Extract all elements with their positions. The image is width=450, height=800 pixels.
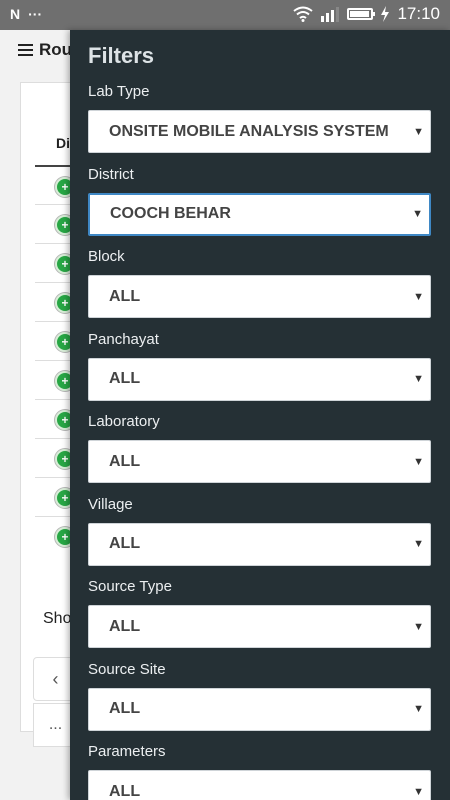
lab-type-select[interactable]: ONSITE MOBILE ANALYSIS SYSTEM ▼ (88, 110, 431, 153)
filter-panchayat: Panchayat ALL ▼ (88, 330, 431, 401)
more-dots-icon: ··· (28, 6, 43, 22)
wifi-icon (293, 6, 314, 22)
chevron-down-icon: ▼ (412, 208, 423, 220)
source-type-select[interactable]: ALL ▼ (88, 605, 431, 648)
filter-lab-type: Lab Type ONSITE MOBILE ANALYSIS SYSTEM ▼ (88, 82, 431, 153)
select-value: ALL (109, 535, 141, 552)
laboratory-select[interactable]: ALL ▼ (88, 440, 431, 483)
app-header-title: Rou (39, 40, 73, 59)
filter-label: Block (88, 248, 125, 265)
chevron-down-icon: ▼ (413, 538, 424, 550)
parameters-select[interactable]: ALL ▼ (88, 770, 431, 800)
battery-icon (347, 8, 376, 20)
charging-icon (381, 6, 390, 22)
filter-label: Source Type (88, 578, 172, 595)
select-value: ALL (109, 452, 141, 470)
block-select[interactable]: ALL ▼ (88, 275, 431, 318)
district-select[interactable]: COOCH BEHAR ▼ (88, 192, 431, 236)
app-header: Rou (18, 40, 72, 60)
filter-block: Block ALL ▼ (88, 247, 431, 318)
filter-label: Parameters (88, 743, 166, 760)
chevron-down-icon: ▼ (413, 785, 424, 798)
village-select[interactable]: ALL ▼ (88, 522, 431, 566)
select-value: COOCH BEHAR (110, 205, 231, 222)
status-left: N ··· (10, 6, 42, 22)
select-value: ALL (109, 370, 141, 387)
drawer-title: Filters (88, 43, 155, 68)
filter-label: Panchayat (88, 330, 159, 348)
status-right: 17:10 (293, 4, 440, 24)
chevron-down-icon: ▼ (413, 703, 424, 715)
select-value: ALL (109, 287, 141, 305)
clock: 17:10 (397, 4, 440, 23)
filter-parameters: Parameters ALL ▼ (88, 742, 431, 800)
filter-label: Village (88, 495, 133, 513)
select-value: ONSITE MOBILE ANALYSIS SYSTEM (109, 122, 389, 140)
chevron-down-icon: ▼ (413, 290, 424, 303)
filters-drawer: Filters Lab Type ONSITE MOBILE ANALYSIS S… (70, 30, 450, 800)
hamburger-menu-icon[interactable] (18, 44, 33, 56)
filter-district: District COOCH BEHAR ▼ (88, 165, 431, 236)
source-site-select[interactable]: ALL ▼ (88, 687, 431, 731)
showing-text: Sho (43, 610, 72, 627)
filter-label: Source Site (88, 660, 166, 678)
column-header: Di (56, 135, 70, 151)
chevron-down-icon: ▼ (413, 620, 424, 633)
panchayat-select[interactable]: ALL ▼ (88, 357, 431, 401)
filter-label: Lab Type (88, 83, 150, 100)
select-value: ALL (109, 700, 141, 717)
filter-laboratory: Laboratory ALL ▼ (88, 412, 431, 483)
filter-source-type: Source Type ALL ▼ (88, 577, 431, 648)
chevron-down-icon: ▼ (413, 125, 424, 138)
signal-icon (321, 7, 340, 22)
filter-label: District (88, 165, 134, 183)
filter-village: Village ALL ▼ (88, 495, 431, 566)
filter-label: Laboratory (88, 413, 160, 430)
filter-source-site: Source Site ALL ▼ (88, 660, 431, 731)
select-value: ALL (109, 617, 141, 635)
select-value: ALL (109, 782, 141, 800)
chevron-down-icon: ▼ (413, 373, 424, 385)
notification-n-icon: N (10, 6, 21, 22)
chevron-down-icon: ▼ (413, 455, 424, 468)
status-bar: N ··· 17:10 (0, 0, 450, 30)
